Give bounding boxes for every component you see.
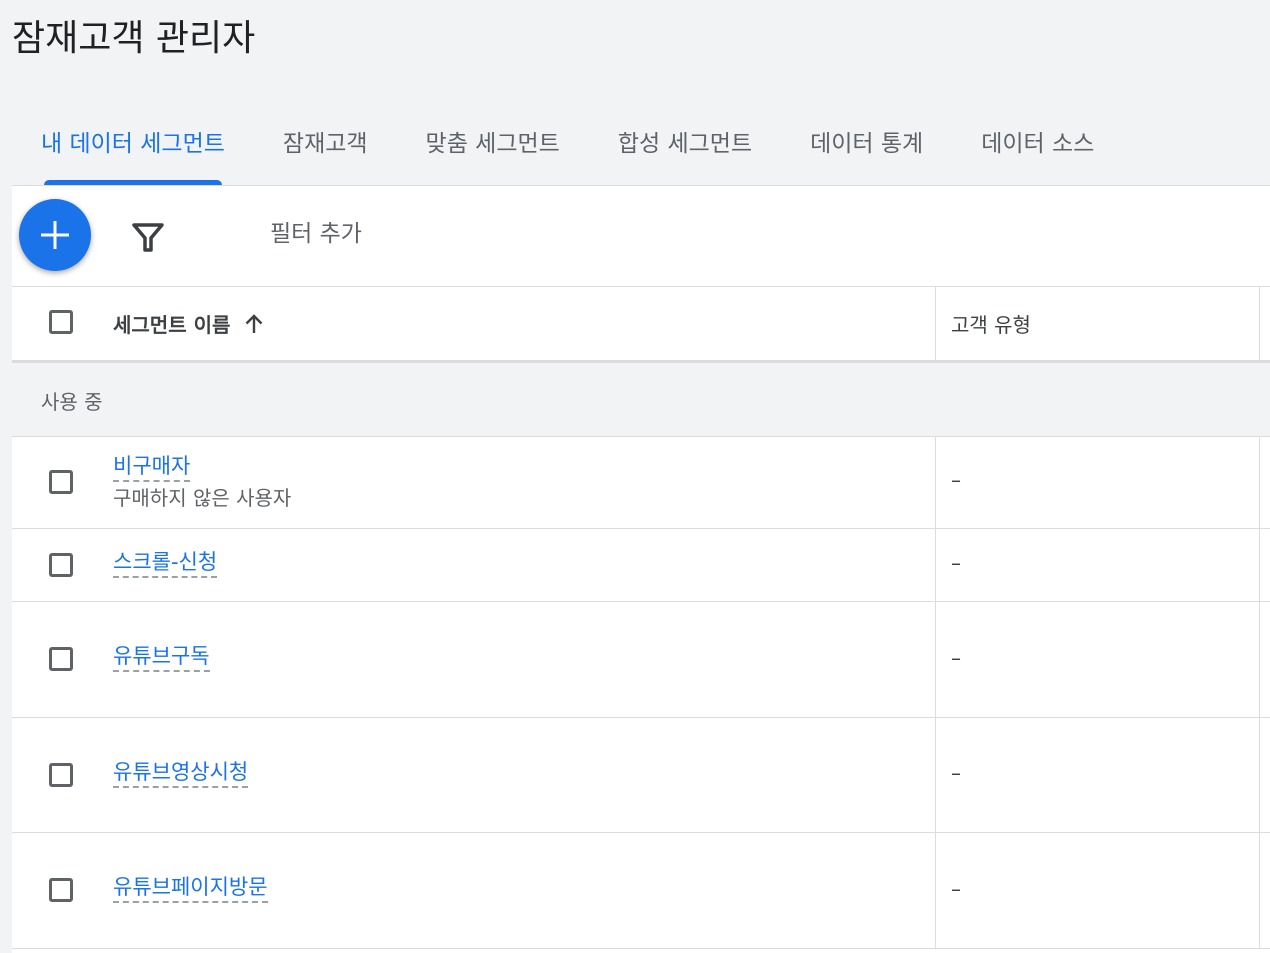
customer-type-cell: – (936, 602, 1260, 717)
column-header-customer-type[interactable]: 고객 유형 (936, 287, 1260, 360)
segment-name-link[interactable]: 유튜브영상시청 (113, 759, 249, 788)
customer-type-cell: – (936, 718, 1260, 832)
tab-label: 잠재고객 (282, 130, 368, 157)
table-row: 유튜브구독 – (12, 602, 1270, 718)
customer-type-cell: – (936, 437, 1260, 528)
segment-description: 구매하지 않은 사용자 (113, 486, 292, 510)
segment-name-cell: 비구매자 구매하지 않은 사용자 (12, 437, 936, 528)
plus-icon (41, 221, 69, 249)
toolbar: 필터 추가 (12, 186, 1270, 287)
tab-label: 합성 세그먼트 (617, 130, 753, 157)
row-checkbox[interactable] (49, 763, 73, 787)
tab-data-insights[interactable]: 데이터 통계 (781, 96, 952, 185)
tab-my-data-segments[interactable]: 내 데이터 세그먼트 (12, 96, 254, 185)
tab-label: 내 데이터 세그먼트 (41, 130, 225, 157)
row-checkbox[interactable] (49, 647, 73, 671)
tab-audiences[interactable]: 잠재고객 (254, 96, 397, 185)
row-checkbox[interactable] (49, 553, 73, 577)
tab-custom-segments[interactable]: 맞춤 세그먼트 (397, 96, 589, 185)
tab-bar: 내 데이터 세그먼트 잠재고객 맞춤 세그먼트 합성 세그먼트 데이터 통계 데… (12, 96, 1123, 185)
column-type-text: 고객 유형 (951, 313, 1031, 337)
customer-type-cell: – (936, 833, 1260, 948)
column-name-text: 세그먼트 이름 (113, 313, 231, 337)
add-filter-button[interactable]: 필터 추가 (270, 218, 362, 250)
select-all-checkbox[interactable] (49, 310, 73, 334)
row-checkbox[interactable] (49, 470, 73, 494)
tab-label: 데이터 소스 (981, 130, 1095, 157)
tab-label: 데이터 통계 (810, 130, 924, 157)
segment-name-cell: 유튜브페이지방문 (12, 833, 936, 948)
customer-type-value: – (951, 761, 961, 785)
column-header-segment-name: 세그먼트 이름 (12, 287, 936, 360)
table-row: 유튜브영상시청 – (12, 718, 1270, 833)
table-row: 스크롤-신청 – (12, 529, 1270, 602)
customer-type-value: – (951, 468, 961, 492)
segment-name-cell: 스크롤-신청 (12, 529, 936, 601)
segment-name-cell: 유튜브구독 (12, 602, 936, 717)
table-row: 비구매자 구매하지 않은 사용자 – (12, 437, 1270, 529)
segment-name-link[interactable]: 비구매자 (113, 453, 191, 482)
segment-name-cell: 유튜브영상시청 (12, 718, 936, 832)
row-checkbox[interactable] (49, 878, 73, 902)
tab-data-sources[interactable]: 데이터 소스 (952, 96, 1123, 185)
column-header-name-label[interactable]: 세그먼트 이름 (113, 309, 266, 338)
arrow-up-icon[interactable] (242, 312, 266, 336)
filter-icon[interactable] (130, 219, 166, 255)
group-header-in-use: 사용 중 (12, 363, 1270, 437)
customer-type-value: – (951, 646, 961, 670)
segment-name-link[interactable]: 유튜브구독 (113, 643, 210, 672)
add-segment-button[interactable] (19, 199, 91, 271)
segment-name-link[interactable]: 유튜브페이지방문 (113, 874, 268, 903)
tab-label: 맞춤 세그먼트 (425, 130, 560, 157)
group-label: 사용 중 (41, 390, 103, 414)
tab-combined-segments[interactable]: 합성 세그먼트 (589, 96, 781, 185)
customer-type-cell: – (936, 529, 1260, 601)
customer-type-value: – (951, 551, 961, 575)
table-header: 세그먼트 이름 고객 유형 (12, 287, 1270, 363)
table-row: 유튜브페이지방문 – (12, 833, 1270, 949)
customer-type-value: – (951, 877, 961, 901)
page-title: 잠재고객 관리자 (12, 18, 256, 59)
segment-name-link[interactable]: 스크롤-신청 (113, 549, 218, 578)
segments-panel: 필터 추가 세그먼트 이름 고객 유형 사용 중 비구매자 구매하지 않은 사용… (12, 185, 1270, 953)
